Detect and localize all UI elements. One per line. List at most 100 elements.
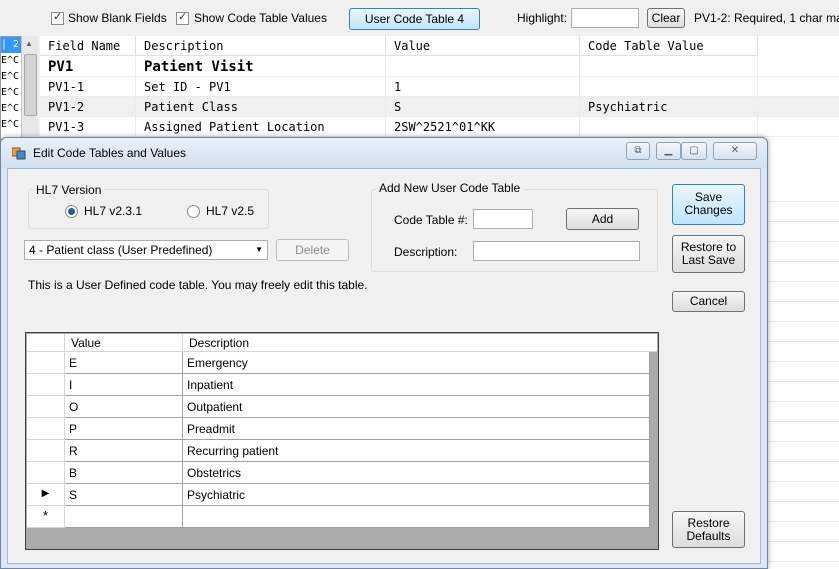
col-header-description[interactable]: Description xyxy=(183,334,657,352)
description-input[interactable] xyxy=(473,241,640,261)
row-header[interactable] xyxy=(27,418,65,440)
cell-value: S xyxy=(386,97,580,117)
show-code-values-checkbox[interactable] xyxy=(176,10,189,25)
delete-button[interactable]: Delete xyxy=(276,239,349,261)
list-item[interactable]: E^C xyxy=(1,117,23,133)
minimize-icon[interactable]: ▁ xyxy=(656,142,681,160)
cell-field: PV1 xyxy=(40,57,136,77)
status-text: PV1-2: Required, 1 char max xyxy=(694,11,839,25)
row-header[interactable] xyxy=(27,462,65,484)
hl7-v25-radio[interactable] xyxy=(187,205,200,218)
restore-last-save-button[interactable]: Restore to Last Save xyxy=(672,235,745,273)
row-header[interactable] xyxy=(27,352,65,374)
hl7-v25-label[interactable]: HL7 v2.5 xyxy=(206,204,254,218)
list-item[interactable]: E^C xyxy=(1,69,23,85)
toolbar: Show Blank Fields Show Code Table Values… xyxy=(40,0,839,37)
hl7-v231-label[interactable]: HL7 v2.3.1 xyxy=(84,204,142,218)
cell-code: Psychiatric xyxy=(580,97,758,117)
description-label: Description: xyxy=(394,245,458,259)
cell-description: Patient Class xyxy=(136,97,386,117)
scroll-thumb[interactable] xyxy=(24,54,37,116)
list-item[interactable]: E^C xyxy=(1,85,23,101)
table-row[interactable]: PV1 Patient Visit xyxy=(40,57,839,77)
cell-field: PV1-3 xyxy=(40,117,136,137)
user-code-table-button[interactable]: User Code Table 4 xyxy=(349,8,480,30)
cell-value[interactable]: E xyxy=(65,352,183,374)
restore-last-line2: Last Save xyxy=(681,253,736,267)
code-table-select-value: 4 - Patient class (User Predefined) xyxy=(29,243,213,257)
new-cell-description[interactable] xyxy=(183,506,650,528)
current-row-marker-icon[interactable]: ▶ xyxy=(27,484,65,506)
cell-value[interactable]: R xyxy=(65,440,183,462)
cell-description: Set ID - PV1 xyxy=(136,77,386,97)
col-header-value[interactable]: Value xyxy=(386,36,580,56)
scroll-up-icon[interactable]: ▲ xyxy=(25,39,33,48)
row-header[interactable] xyxy=(27,440,65,462)
dialog-title: Edit Code Tables and Values xyxy=(33,146,186,160)
cell-value[interactable]: O xyxy=(65,396,183,418)
restore-window-icon[interactable]: ⧉ xyxy=(626,142,650,160)
cell-value: 1 xyxy=(386,77,580,97)
maximize-icon[interactable]: ▢ xyxy=(681,142,707,160)
cell-description: Assigned Patient Location xyxy=(136,117,386,137)
col-header-field-name[interactable]: Field Name xyxy=(40,36,136,56)
col-header-description[interactable]: Description xyxy=(136,36,386,56)
cell-description[interactable]: Obstetrics xyxy=(183,462,650,484)
cell-value: 2SW^2521^01^KK xyxy=(386,117,580,137)
row-header[interactable] xyxy=(27,374,65,396)
list-scrollbar[interactable]: ▲ xyxy=(21,36,38,146)
cell-field: PV1-2 xyxy=(40,97,136,117)
add-button[interactable]: Add xyxy=(566,208,639,230)
code-values-table: Value Description E Emergency I Inpatien… xyxy=(25,332,659,550)
restore-defaults-line2: Defaults xyxy=(686,529,731,543)
dialog-title-bar[interactable]: Edit Code Tables and Values ⧉ ▁ ▢ ✕ xyxy=(1,138,767,168)
dialog-body: HL7 Version HL7 v2.3.1 HL7 v2.5 4 - Pati… xyxy=(7,168,761,564)
save-changes-button[interactable]: Save Changes xyxy=(672,184,745,225)
col-header-value[interactable]: Value xyxy=(65,334,183,352)
highlight-label: Highlight: xyxy=(517,11,568,25)
cell-description[interactable]: Inpatient xyxy=(183,374,650,396)
cell-description[interactable]: Recurring patient xyxy=(183,440,650,462)
highlight-input[interactable] xyxy=(571,8,639,28)
list-item[interactable]: | 2.3 xyxy=(1,37,23,53)
code-table-select[interactable]: 4 - Patient class (User Predefined) ▼ xyxy=(24,240,268,260)
list-item[interactable]: E^C xyxy=(1,101,23,117)
table-row[interactable]: PV1-2 Patient Class S Psychiatric xyxy=(40,97,839,117)
show-code-values-label: Show Code Table Values xyxy=(194,11,327,25)
cell-value xyxy=(386,57,580,77)
add-code-table-title: Add New User Code Table xyxy=(376,181,524,195)
new-row-marker-icon[interactable]: * xyxy=(27,506,65,528)
cell-description: Patient Visit xyxy=(136,57,386,77)
cancel-button[interactable]: Cancel xyxy=(672,291,745,312)
hl7-version-title: HL7 Version xyxy=(33,183,105,197)
edit-code-tables-dialog: Edit Code Tables and Values ⧉ ▁ ▢ ✕ HL7 … xyxy=(0,137,768,569)
cell-description[interactable]: Preadmit xyxy=(183,418,650,440)
chevron-down-icon[interactable]: ▼ xyxy=(255,241,263,259)
cell-code xyxy=(580,57,758,77)
info-text: This is a User Defined code table. You m… xyxy=(28,278,368,292)
cell-description[interactable]: Outpatient xyxy=(183,396,650,418)
show-blank-checkbox[interactable] xyxy=(51,10,64,25)
cell-value[interactable]: P xyxy=(65,418,183,440)
hl7-v231-radio[interactable] xyxy=(65,205,78,218)
list-item[interactable]: E^C xyxy=(1,53,23,69)
cell-value[interactable]: B xyxy=(65,462,183,484)
cell-description[interactable]: Emergency xyxy=(183,352,650,374)
table-row[interactable]: PV1-1 Set ID - PV1 1 xyxy=(40,77,839,97)
code-table-number-input[interactable] xyxy=(473,209,533,229)
cell-code xyxy=(580,77,758,97)
show-blank-label: Show Blank Fields xyxy=(68,11,167,25)
new-cell-value[interactable] xyxy=(65,506,183,528)
code-table-number-label: Code Table #: xyxy=(394,213,468,227)
cell-description[interactable]: Psychiatric xyxy=(183,484,650,506)
cell-field: PV1-1 xyxy=(40,77,136,97)
clear-button[interactable]: Clear xyxy=(647,8,685,28)
app-icon xyxy=(12,147,26,160)
cell-value[interactable]: S xyxy=(65,484,183,506)
col-header-code-table-value[interactable]: Code Table Value xyxy=(580,36,758,56)
cell-value[interactable]: I xyxy=(65,374,183,396)
restore-defaults-button[interactable]: Restore Defaults xyxy=(672,511,745,548)
table-row[interactable]: PV1-3 Assigned Patient Location 2SW^2521… xyxy=(40,117,839,137)
row-header[interactable] xyxy=(27,396,65,418)
close-icon[interactable]: ✕ xyxy=(713,142,757,160)
